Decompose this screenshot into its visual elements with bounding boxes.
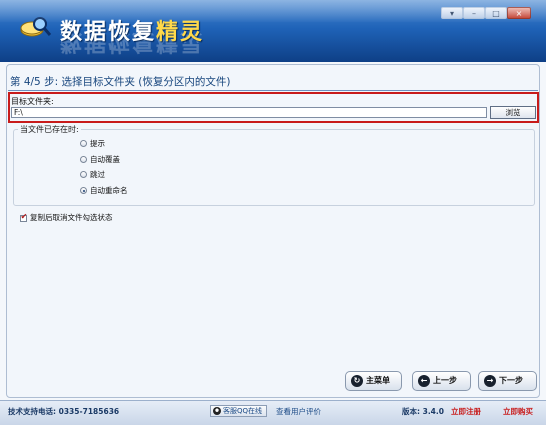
app-title: 数据恢复精灵 <box>60 14 204 45</box>
app-window: 数据恢复精灵 数据恢复精灵 ▾ – □ × 第 4/5 步: 选择目标文件夹 (… <box>0 0 546 425</box>
step-title: 第 4/5 步: 选择目标文件夹 (恢复分区内的文件) <box>10 76 231 88</box>
next-step-label: 下一步 <box>499 376 523 385</box>
version-label: 版本: 3.4.0 <box>402 407 444 416</box>
title-divider <box>8 90 538 91</box>
penguin-icon <box>213 407 221 415</box>
close-button[interactable]: × <box>507 7 531 19</box>
header-banner: 数据恢复精灵 数据恢复精灵 ▾ – □ × <box>0 0 546 62</box>
user-reviews-link[interactable]: 查看用户评价 <box>276 407 321 417</box>
main-menu-button[interactable]: ↻ 主菜单 <box>345 371 402 391</box>
refresh-icon: ↻ <box>351 375 363 387</box>
menu-dropdown-button[interactable]: ▾ <box>441 7 463 19</box>
uncheck-after-copy-label: 复制后取消文件勾选状态 <box>30 213 113 222</box>
radio-button[interactable] <box>80 140 87 147</box>
qq-online-button[interactable]: 客服QQ在线 <box>210 405 267 417</box>
register-link[interactable]: 立即注册 <box>451 407 481 417</box>
app-title-part2: 精灵 <box>156 20 205 45</box>
minimize-button[interactable]: – <box>463 7 485 19</box>
support-phone: 技术支持电话: 0335-7185636 <box>8 407 120 416</box>
maximize-button[interactable]: □ <box>485 7 507 19</box>
radio-label: 提示 <box>90 139 105 148</box>
radio-label: 自动覆盖 <box>90 155 120 164</box>
checkmark-icon: ✔ <box>20 212 28 221</box>
target-folder-input[interactable]: F:\ <box>11 107 487 118</box>
file-exists-group-label: 当文件已存在时: <box>18 124 81 135</box>
buy-now-link[interactable]: 立即购买 <box>503 407 533 417</box>
radio-button[interactable] <box>80 171 87 178</box>
radio-label: 跳过 <box>90 170 105 179</box>
radio-button-selected[interactable] <box>80 187 87 194</box>
radio-label: 自动重命名 <box>90 186 128 195</box>
previous-step-label: 上一步 <box>433 376 457 385</box>
app-title-part1: 数据恢复 <box>60 20 157 45</box>
qq-online-label: 客服QQ在线 <box>223 407 263 415</box>
browse-button[interactable]: 浏览 <box>490 106 536 119</box>
magnifier-disk-icon <box>20 17 52 37</box>
target-folder-label: 目标文件夹: <box>11 97 54 106</box>
radio-button[interactable] <box>80 156 87 163</box>
previous-step-button[interactable]: ← 上一步 <box>412 371 471 391</box>
arrow-right-icon: → <box>484 375 496 387</box>
arrow-left-icon: ← <box>418 375 430 387</box>
main-menu-label: 主菜单 <box>366 376 390 385</box>
next-step-button[interactable]: → 下一步 <box>478 371 537 391</box>
